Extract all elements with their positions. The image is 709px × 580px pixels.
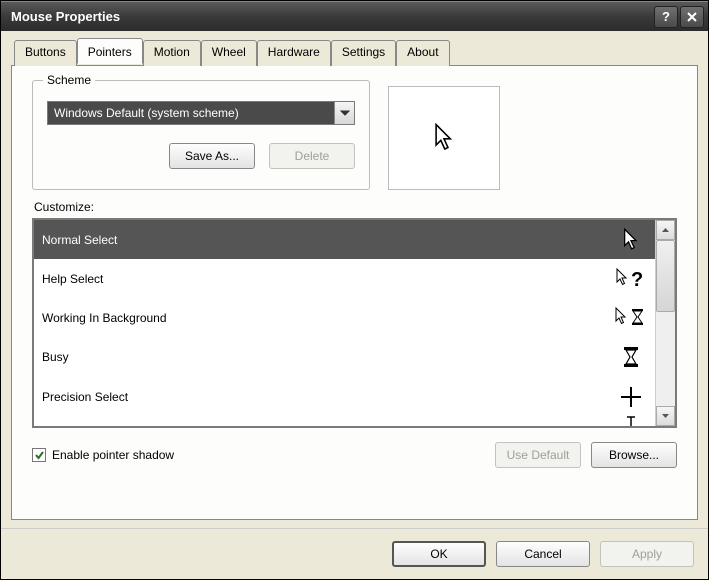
list-item-label: Help Select (42, 272, 615, 286)
scroll-track[interactable] (656, 240, 675, 406)
list-item-label: Working In Background (42, 311, 615, 325)
scrollbar[interactable] (655, 220, 675, 426)
scheme-selected: Windows Default (system scheme) (48, 106, 334, 120)
tabs-row: Buttons Pointers Motion Wheel Hardware S… (11, 40, 698, 66)
enable-pointer-shadow-checkbox[interactable]: Enable pointer shadow (32, 448, 495, 462)
list-item-label: Precision Select (42, 390, 615, 404)
chevron-down-icon (340, 110, 350, 116)
list-item-label: Busy (42, 350, 615, 364)
titlebar: Mouse Properties ? (1, 1, 708, 31)
apply-button: Apply (600, 541, 694, 567)
scroll-down-button[interactable] (656, 406, 675, 426)
list-item-busy[interactable]: Busy (34, 338, 655, 377)
use-default-button: Use Default (495, 442, 581, 468)
cancel-button[interactable]: Cancel (496, 541, 590, 567)
list-item-precision-select[interactable]: Precision Select (34, 377, 655, 416)
help-button[interactable]: ? (654, 6, 678, 28)
tab-hardware[interactable]: Hardware (257, 40, 331, 66)
ok-button[interactable]: OK (392, 541, 486, 567)
mouse-properties-window: Mouse Properties ? Buttons Pointers Moti… (0, 0, 709, 580)
crosshair-icon (615, 386, 647, 408)
arrow-hourglass-icon (615, 307, 647, 329)
chevron-down-icon (661, 413, 670, 419)
tab-motion[interactable]: Motion (143, 40, 201, 66)
scheme-group: Scheme Windows Default (system scheme) S… (32, 80, 370, 190)
arrow-cursor-icon (432, 123, 456, 153)
checkbox-label: Enable pointer shadow (52, 448, 174, 462)
tab-settings[interactable]: Settings (331, 40, 396, 66)
svg-text:?: ? (631, 269, 643, 290)
list-item-label: Normal Select (42, 233, 615, 247)
checkmark-icon (34, 450, 45, 461)
pointer-listbox[interactable]: Normal Select Help Select ? (32, 218, 677, 428)
dialog-footer: OK Cancel Apply (1, 528, 708, 579)
tab-buttons[interactable]: Buttons (14, 40, 77, 66)
arrow-help-icon: ? (615, 268, 647, 290)
close-icon (686, 11, 698, 23)
arrow-cursor-icon (615, 228, 647, 252)
dropdown-button[interactable] (334, 102, 354, 124)
pointers-panel: Scheme Windows Default (system scheme) S… (11, 65, 698, 520)
tab-about[interactable]: About (396, 40, 449, 66)
scheme-legend: Scheme (43, 73, 95, 87)
chevron-up-icon (661, 227, 670, 233)
hourglass-icon (615, 346, 647, 368)
tab-wheel[interactable]: Wheel (201, 40, 257, 66)
list-item-partial[interactable] (34, 416, 655, 426)
tab-pointers[interactable]: Pointers (77, 38, 143, 64)
browse-button[interactable]: Browse... (591, 442, 677, 468)
help-icon: ? (662, 9, 670, 24)
scheme-dropdown[interactable]: Windows Default (system scheme) (47, 101, 355, 125)
scroll-thumb[interactable] (656, 240, 675, 312)
save-as-button[interactable]: Save As... (169, 143, 255, 169)
ibeam-icon (615, 416, 647, 426)
window-title: Mouse Properties (11, 9, 654, 24)
list-item-working-background[interactable]: Working In Background (34, 298, 655, 337)
customize-label: Customize: (34, 200, 677, 214)
scroll-up-button[interactable] (656, 220, 675, 240)
list-item-help-select[interactable]: Help Select ? (34, 259, 655, 298)
pointer-preview (388, 86, 500, 190)
close-button[interactable] (680, 6, 704, 28)
checkbox-box (32, 448, 46, 462)
delete-button: Delete (269, 143, 355, 169)
list-item-normal-select[interactable]: Normal Select (34, 220, 655, 259)
